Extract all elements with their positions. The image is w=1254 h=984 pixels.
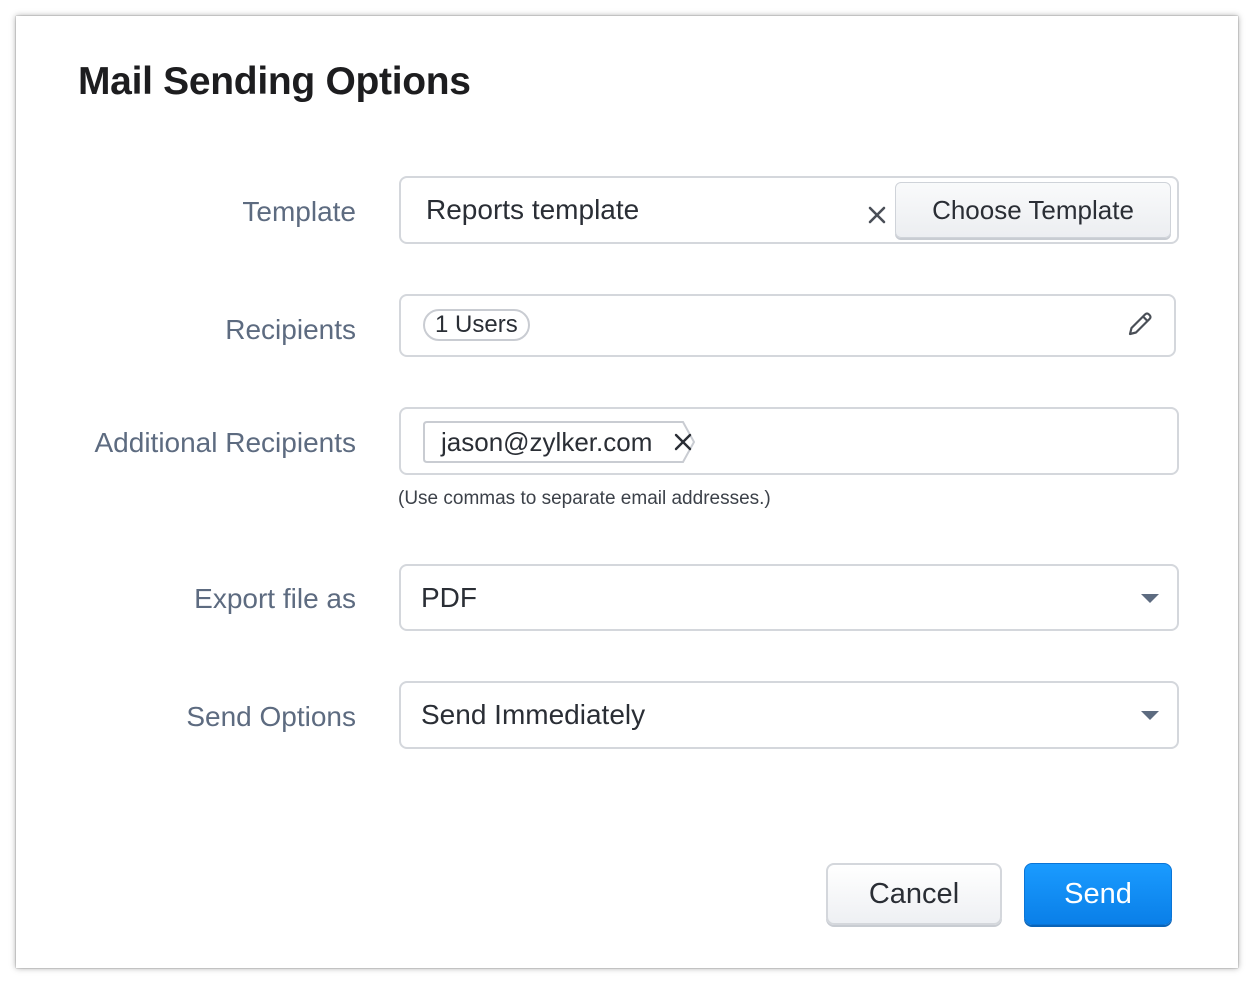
- close-icon[interactable]: [862, 200, 892, 230]
- additional-recipients-label: Additional Recipients: [94, 427, 357, 458]
- recipients-count-chip[interactable]: 1 Users: [423, 309, 530, 341]
- send-options-select[interactable]: Send Immediately: [399, 681, 1179, 749]
- close-icon[interactable]: [672, 431, 694, 453]
- send-button[interactable]: Send: [1024, 863, 1172, 925]
- template-value: Reports template: [426, 194, 640, 225]
- email-tag-text: jason@zylker.com: [441, 427, 653, 457]
- recipients-field[interactable]: 1 Users: [399, 294, 1176, 357]
- email-hint-text: (Use commas to separate email addresses.…: [398, 488, 771, 509]
- choose-template-button[interactable]: Choose Template: [895, 182, 1171, 238]
- caret-down-icon: [1141, 711, 1159, 720]
- dialog-title: Mail Sending Options: [78, 60, 471, 103]
- export-label: Export file as: [194, 583, 356, 614]
- template-label: Template: [242, 196, 356, 227]
- send-options-selected-value: Send Immediately: [421, 699, 646, 730]
- send-options-label: Send Options: [186, 701, 356, 732]
- cancel-button[interactable]: Cancel: [826, 863, 1002, 925]
- caret-down-icon: [1141, 593, 1159, 603]
- export-format-select[interactable]: PDF: [399, 564, 1179, 631]
- pencil-icon[interactable]: [1124, 308, 1156, 340]
- recipients-label: Recipients: [225, 314, 356, 345]
- export-selected-value: PDF: [421, 581, 477, 613]
- mail-sending-options-dialog: Mail Sending Options Template Reports te…: [16, 16, 1238, 968]
- additional-recipients-field[interactable]: jason@zylker.com: [399, 407, 1179, 475]
